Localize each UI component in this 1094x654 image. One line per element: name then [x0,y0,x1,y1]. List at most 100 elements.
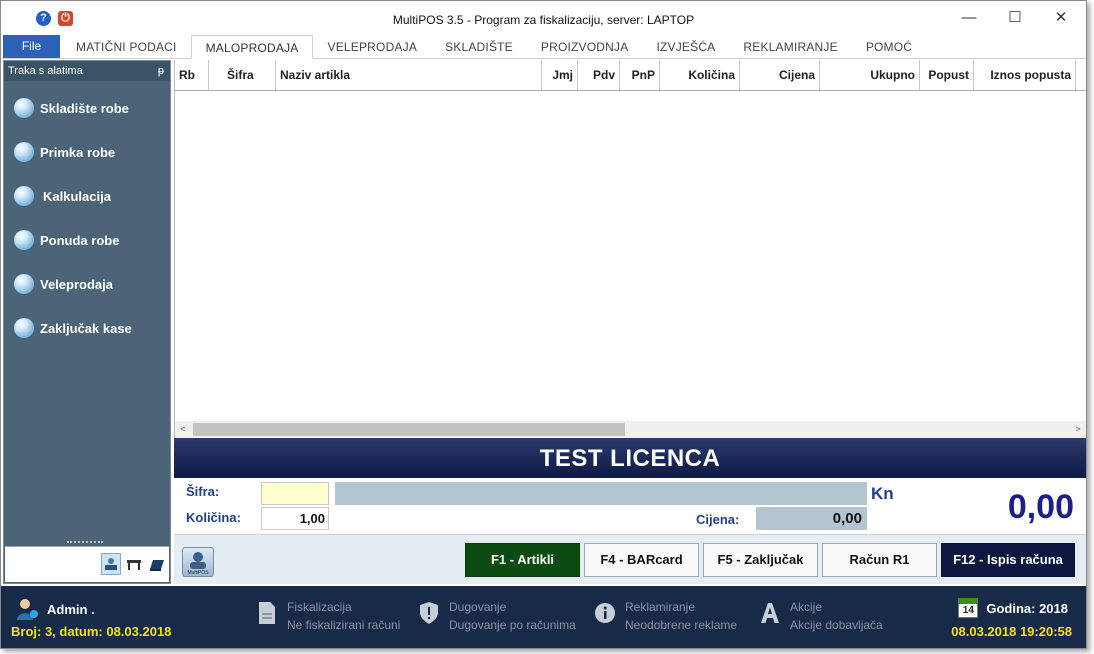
col-kolicina[interactable]: Količina [660,60,740,90]
status-bar: Admin . Broj: 3, datum: 08.03.2018 Fiska… [1,586,1086,648]
sidebar-item-ponuda-robe[interactable]: Ponuda robe [14,229,119,251]
sidebar-item-label: Primka robe [40,144,116,160]
racun-r1-button[interactable]: Račun R1 [822,543,937,577]
sidebar-item-veleprodaja[interactable]: Veleprodaja [14,273,113,295]
sidebar-item-label: Kalkulacija [43,188,111,204]
tab-pomoc[interactable]: POMOĆ [852,35,926,59]
article-name-field [335,482,867,505]
shield-icon [417,598,441,628]
cijena-label: Cijena: [696,512,740,527]
info-icon [593,598,617,628]
year-label: Godina: 2018 [986,600,1068,616]
table-view-icon[interactable] [124,553,144,575]
sidebar-item-skladiste-robe[interactable]: Skladište robe [14,97,129,119]
bubble-icon [14,230,34,250]
col-jmj[interactable]: Jmj [542,60,578,90]
sifra-label: Šifra: [186,484,220,499]
horizontal-scrollbar[interactable]: < > [175,421,1086,438]
col-pnp[interactable]: PnP [620,60,660,90]
col-pdv[interactable]: Pdv [578,60,620,90]
currency-label: Kn [871,484,894,503]
scroll-thumb[interactable] [193,423,625,436]
f5-zakljucak-button[interactable]: F5 - Zaključak [703,543,818,577]
multipos-logo-button[interactable]: MultiPOS [182,547,214,577]
fiskalizacija-title: Fiskalizacija [287,600,352,614]
scroll-left-icon[interactable]: < [175,421,191,438]
sidebar-item-kalkulacija[interactable]: Kalkulacija [14,185,111,207]
col-ukupno[interactable]: Ukupno [820,60,920,90]
menu-tabs: MATIČNI PODACI MALOPRODAJA VELEPRODAJA S… [62,35,926,59]
col-iznos-popusta[interactable]: Iznos popusta [974,60,1076,90]
reklamiranje-status[interactable]: Reklamiranje Neodobrene reklame [593,598,737,634]
pos-view-icon[interactable] [101,553,121,575]
sidebar-item-primka-robe[interactable]: Primka robe [14,141,115,163]
tab-maticni-podaci[interactable]: MATIČNI PODACI [62,35,191,59]
function-button-bar: MultiPOS F1 - Artikli F4 - BARcard F5 - … [174,534,1086,584]
akcije-status[interactable]: Akcije Akcije dobavljača [758,598,883,634]
bubble-icon [14,186,34,206]
tab-veleprodaja[interactable]: VELEPRODAJA [313,35,431,59]
close-button[interactable]: ✕ [1038,7,1084,29]
kolicina-label: Količina: [186,510,241,525]
tab-skladiste[interactable]: SKLADIŠTE [431,35,527,59]
user-icon [17,599,38,620]
fiskalizacija-status[interactable]: Fiskalizacija Ne fiskalizirani računi [255,598,400,634]
sidebar-bottom-panel [5,541,169,582]
maximize-button[interactable]: ☐ [992,7,1038,29]
bubble-icon [14,142,34,162]
current-datetime: 08.03.2018 19:20:58 [951,624,1072,639]
sidebar-item-label: Ponuda robe [40,232,120,248]
akcije-subtitle: Akcije dobavljača [790,618,883,632]
col-rb[interactable]: Rb [175,60,209,90]
reklamiranje-subtitle: Neodobrene reklame [625,618,738,632]
col-cijena[interactable]: Cijena [740,60,820,90]
tab-proizvodnja[interactable]: PROIZVODNJA [527,35,643,59]
letter-a-icon [758,598,782,628]
minimize-button[interactable]: — [946,7,992,29]
bubble-icon [14,98,34,118]
sidebar-item-label: Skladište robe [40,100,129,116]
dugovanje-subtitle: Dugovanje po računima [449,618,576,632]
kolicina-input[interactable]: 1,00 [261,507,329,530]
sidebar-view-icons [101,553,167,575]
sidebar-item-label: Veleprodaja [40,276,113,292]
file-menu[interactable]: File [3,35,60,58]
receipt-info: Broj: 3, datum: 08.03.2018 [11,624,172,639]
license-banner: TEST LICENCA [174,438,1086,478]
f1-artikli-button[interactable]: F1 - Artikli [465,543,580,577]
f12-ispis-racuna-button[interactable]: F12 - Ispis računa [941,543,1075,577]
sidebar-title: Traka s alatima [8,65,83,77]
dugovanje-status[interactable]: Dugovanje Dugovanje po računima [417,598,576,634]
col-naziv-artikla[interactable]: Naziv artikla [276,60,542,90]
akcije-title: Akcije [790,600,823,614]
sidebar-item-label: Zaključak kase [40,320,132,336]
user-name: Admin . [47,601,95,617]
document-icon [255,598,279,628]
grid-header: Rb Šifra Naziv artikla Jmj Pdv PnP Količ… [175,60,1086,91]
sidebar-header: Traka s alatima ᵽ [4,61,170,81]
calendar-icon: 14 [958,598,979,618]
scroll-right-icon[interactable]: > [1070,421,1086,438]
cijena-field: 0,00 [756,507,867,530]
app-window: ? ⏻ MultiPOS 3.5 - Program za fiskalizac… [0,0,1087,649]
f4-barcard-button[interactable]: F4 - BARcard [584,543,699,577]
bubble-icon [14,318,34,338]
col-popust[interactable]: Popust [920,60,974,90]
title-bar: ? ⏻ MultiPOS 3.5 - Program za fiskalizac… [1,1,1086,35]
pin-icon[interactable]: ᵽ [158,61,164,81]
total-amount: 0,00 [1007,488,1074,526]
sifra-input[interactable] [261,482,329,505]
toolbar-sidebar: Traka s alatima ᵽ Skladište robe Primka … [3,60,171,584]
tab-izvjesca[interactable]: IZVJEŠĆA [642,35,729,59]
menu-bar: File MATIČNI PODACI MALOPRODAJA VELEPROD… [1,35,1086,59]
tab-reklamiranje[interactable]: REKLAMIRANJE [729,35,851,59]
splitter-grip[interactable] [67,541,103,544]
tab-maloprodaja[interactable]: MALOPRODAJA [190,35,314,59]
items-grid[interactable]: Rb Šifra Naziv artikla Jmj Pdv PnP Količ… [174,60,1086,438]
entry-panel: Šifra: Kn Količina: 1,00 Cijena: 0,00 0,… [174,478,1086,534]
col-sifra[interactable]: Šifra [209,60,276,90]
bubble-icon [14,274,34,294]
sidebar-item-zakljucak-kase[interactable]: Zaključak kase [14,317,132,339]
dugovanje-title: Dugovanje [449,600,507,614]
register-view-icon[interactable] [147,553,167,575]
